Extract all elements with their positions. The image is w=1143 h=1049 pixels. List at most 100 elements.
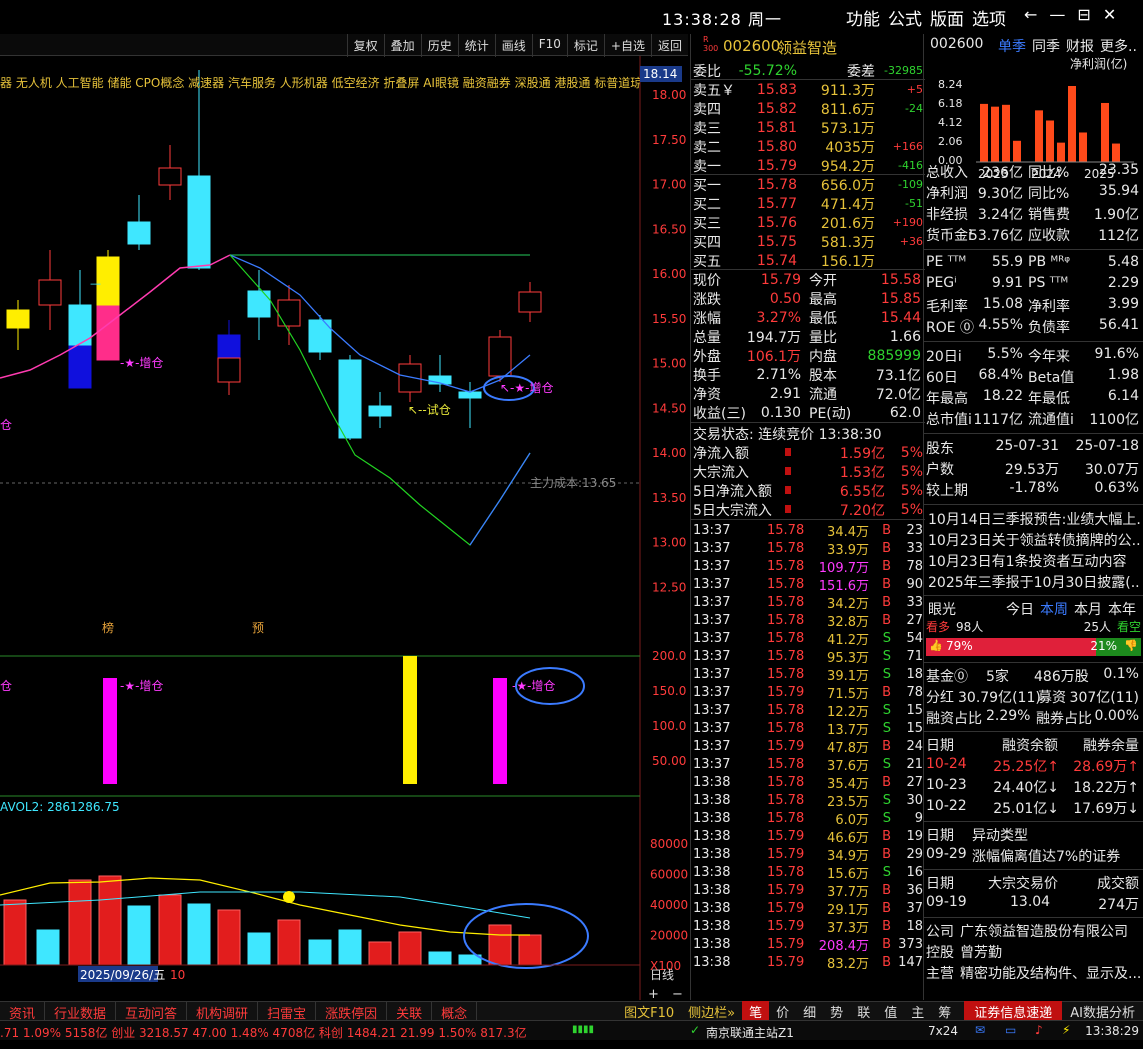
bottom-tab[interactable]: 概念: [432, 1002, 478, 1022]
bottom-tab[interactable]: 关联: [387, 1002, 433, 1022]
restore-icon[interactable]: ⊟: [1077, 5, 1090, 24]
yanguang-tab[interactable]: 今日: [1006, 599, 1034, 619]
news-item[interactable]: 10月23日有1条投资者互动内容: [924, 551, 1143, 571]
info-tab[interactable]: 同季: [1032, 36, 1060, 56]
toolbar-button[interactable]: 画线: [494, 34, 532, 57]
bottom-tab[interactable]: 机构调研: [187, 1002, 259, 1022]
fin-row-value: 53.76亿: [968, 228, 1023, 244]
flow-pct: 5%: [900, 444, 923, 461]
block-date: 09-19: [926, 894, 967, 910]
tick-side: S: [882, 756, 891, 772]
margin-row: 10-24 25.25亿↑ 28.69万↑: [924, 756, 1143, 776]
news-item[interactable]: 10月23日关于领益转债摘牌的公...: [924, 530, 1143, 550]
yanguang-tab[interactable]: 本周: [1040, 599, 1068, 619]
tick-price: 15.78: [767, 864, 805, 880]
yanguang-tab[interactable]: 本月: [1074, 599, 1102, 619]
ma-tail-line: [469, 452, 531, 546]
tick-price: 15.78: [767, 810, 805, 826]
news-item[interactable]: 2025年三季报于10月30日披露(...: [924, 572, 1143, 592]
block-amount: 274万: [1098, 897, 1139, 913]
tick-price: 15.78: [767, 522, 805, 538]
bottom-right-tab[interactable]: 价: [769, 1001, 796, 1022]
indicator-axis-label: 200.0: [652, 649, 686, 663]
bottom-tab[interactable]: 涨跌停因: [316, 1002, 388, 1022]
stat-label: 总量: [693, 329, 721, 346]
concept-tags[interactable]: 器 无人机 人工智能 储能 CPO概念 减速器 汽车服务 人形机器 低空经济 折…: [0, 74, 640, 90]
chart-toolbar: 复权 叠加 历史 统计 画线 F10 标记 +自选 返回: [0, 34, 688, 57]
tick-count: 71: [906, 648, 923, 664]
perf-row-value: 91.6%: [1094, 346, 1139, 362]
buy-row-cell: +36: [899, 235, 923, 248]
holder-value: 25-07-18: [1075, 438, 1139, 454]
abnormal-row: 09-29 涨幅偏离值达7%的证券: [924, 846, 1143, 866]
bottom-right-tab[interactable]: 图文F10: [617, 1001, 681, 1022]
toolbar-button[interactable]: 返回: [650, 34, 688, 57]
bottom-right-tab[interactable]: 笔: [742, 1000, 770, 1022]
info-tab[interactable]: 单季: [998, 36, 1026, 56]
back-icon[interactable]: ←: [1024, 5, 1037, 24]
bottom-right-tab[interactable]: 主: [904, 1001, 931, 1022]
company-label: 公司: [926, 924, 954, 940]
tick-volume: 29.1万: [827, 902, 869, 918]
tick-count: 27: [906, 612, 923, 628]
margin-value: 25.01亿↓: [993, 801, 1059, 817]
sell-row: 卖三 15.81 573.1万: [691, 118, 925, 137]
bottom-right-tab[interactable]: 值: [877, 1001, 904, 1022]
divider: [924, 662, 1143, 663]
promo-button[interactable]: 证券信息速递: [964, 1000, 1063, 1022]
tick-volume: 35.4万: [827, 776, 869, 792]
toolbar-button[interactable]: +自选: [603, 34, 651, 57]
menu-formula[interactable]: 公式: [888, 5, 922, 30]
bottom-right-tab[interactable]: 筹: [931, 1001, 958, 1022]
bottom-right-tab[interactable]: 联: [850, 1001, 877, 1022]
tick-row: 13:37 15.78 34.4万 B 23: [691, 521, 925, 540]
yanguang-row: 眼光 今日 本周 本月 本年: [924, 599, 1143, 619]
fin-row-label: 总收入: [926, 165, 968, 181]
toolbar-button[interactable]: 叠加: [383, 34, 421, 57]
bottom-right-tab[interactable]: 侧边栏»: [681, 1001, 742, 1022]
bottom-right-tab[interactable]: 细: [796, 1001, 823, 1022]
tick-time: 13:37: [693, 594, 731, 610]
candle-body: [68, 345, 92, 389]
toolbar-button[interactable]: 统计: [457, 34, 495, 57]
toolbar-button[interactable]: 历史: [420, 34, 458, 57]
bottom-tab[interactable]: 互动问答: [116, 1002, 188, 1022]
bottom-tab[interactable]: 行业数据: [45, 1002, 117, 1022]
bottom-tab[interactable]: 资讯: [0, 1002, 46, 1022]
toolbar-button[interactable]: 复权: [346, 34, 384, 57]
info-tab[interactable]: 更多..: [1100, 36, 1137, 56]
bottom-tab[interactable]: 扫雷宝: [258, 1002, 317, 1022]
menu-layout[interactable]: 版面: [930, 5, 964, 30]
tick-side: S: [882, 864, 891, 880]
volume-bar: [68, 879, 92, 966]
tick-row: 13:38 15.78 15.6万 S 16: [691, 863, 925, 882]
badge-yu: 预: [252, 621, 264, 635]
volume-bar: [277, 919, 301, 966]
perf-row-label: Beta值: [1028, 370, 1075, 386]
stat-row: 涨幅 3.27% 最低 15.44: [691, 308, 925, 327]
status-time: 13:38:29: [1085, 1024, 1139, 1038]
valuation-row-label: 毛利率: [926, 299, 968, 315]
yanguang-tab[interactable]: 本年: [1108, 599, 1136, 619]
tick-time: 13:38: [693, 774, 731, 790]
toolbar-button[interactable]: 标记: [566, 34, 604, 57]
info-tab[interactable]: 财报: [1066, 36, 1094, 56]
minimize-icon[interactable]: —: [1049, 5, 1065, 24]
valuation-row-label: PS ᵀᵀᴹ: [1028, 275, 1069, 291]
menu-options[interactable]: 选项: [972, 5, 1006, 30]
indicator-label-b: -★-增仓: [120, 679, 163, 693]
tick-side: S: [882, 648, 891, 664]
bottom-right-tab[interactable]: 势: [823, 1001, 850, 1022]
ai-analysis-button[interactable]: AI数据分析: [1062, 1001, 1143, 1022]
stat-row: 净资 2.91 流通 72.0亿: [691, 384, 925, 403]
toolbar-button[interactable]: F10: [531, 34, 567, 57]
profit-bar: [1046, 120, 1054, 162]
close-icon[interactable]: ✕: [1103, 5, 1116, 24]
volume-bar: [158, 894, 182, 966]
kline-chart[interactable]: 18.00 17.50 17.00 16.50 16.00 15.50 15.00 14.50…: [0, 56, 690, 1001]
news-item[interactable]: 10月14日三季报预告:业绩大幅上...: [924, 509, 1143, 529]
volume-bar: [3, 899, 27, 966]
tick-time: 13:38: [693, 864, 731, 880]
menu-function[interactable]: 功能: [846, 5, 880, 30]
fund-value: 2.29%: [986, 708, 1031, 724]
